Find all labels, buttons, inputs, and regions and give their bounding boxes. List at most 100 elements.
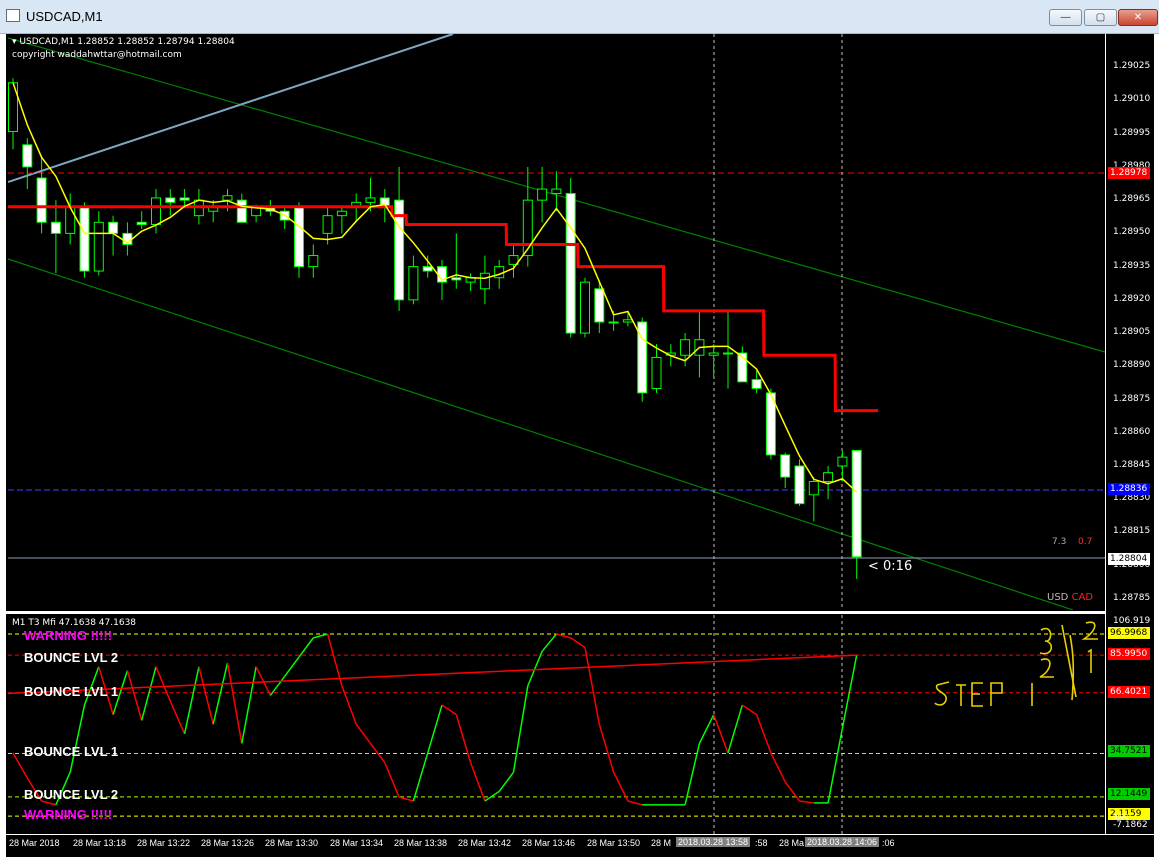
time-axis[interactable]: 28 Mar 2018 28 Mar 13:18 28 Mar 13:22 28 Ma… [6,834,1154,857]
candle [837,450,848,482]
price-axis[interactable]: 1.29025 1.29010 1.28995 1.28980 1.28965 1.289… [1106,34,1154,834]
mfi-label-12: 12.1449 [1108,788,1150,800]
candle [136,211,147,229]
red-ma-line [8,205,878,413]
candle [8,78,18,150]
mfi-segment [541,633,557,652]
mfi-segment [755,714,772,754]
mfi-segment [741,704,758,716]
candle [708,344,719,378]
mfi-segment [712,714,729,754]
candlestick-chart[interactable] [8,34,1105,610]
candle [465,273,476,291]
time-cursor-1: 2018.03.28 13:58 [676,837,751,847]
mfi-label-66: 66.4021 [1108,686,1150,698]
candle [22,138,33,190]
brand-usd: USD [1047,592,1069,603]
mfi-segment [770,752,786,783]
price-tick: 1.28995 [1113,127,1151,138]
candle [808,477,819,522]
channel-lower-line [8,258,1074,610]
price-tick: 1.28860 [1113,426,1151,437]
mfi-axis-top: 106.919 [1113,616,1151,626]
candle [479,255,490,305]
red-line-price-label: 1.28978 [1108,167,1150,179]
chart-window-icon [6,9,20,22]
time-tick: 28 Mar 13:46 [522,838,576,848]
candle [508,244,519,278]
bounce-lvl1-top-label: BOUNCE LVL 1 [24,684,119,699]
mfi-segment [484,790,500,802]
minimize-button[interactable]: — [1049,9,1082,26]
mfi-segment [556,633,571,639]
candle [551,171,562,212]
price-tick: 1.28935 [1113,260,1151,271]
mfi-indicator[interactable] [8,615,1105,834]
time-tick: 28 Mar 13:50 [587,838,641,848]
spread-value-a: 7.3 [1052,537,1067,547]
mfi-segment [841,655,858,729]
mfi-segment [784,781,801,802]
chart-frame[interactable]: ▾ USDCAD,M1 1.28852 1.28852 1.28794 1.28… [6,34,1154,857]
candle [580,277,590,338]
window-titlebar: USDCAD,M1 — ▢ ✕ [0,0,1159,34]
chart-header: USDCAD,M1 1.28852 1.28852 1.28794 1.2880… [19,37,235,47]
mfi-segment [469,762,486,802]
price-tick: 1.29025 [1113,61,1151,72]
price-tick: 1.28890 [1113,360,1151,371]
mfi-label-35: 34.7521 [1108,745,1150,757]
candle [622,313,633,327]
mfi-segment [412,752,429,802]
indicator-pane[interactable]: M1 T3 Mfi 47.1638 47.1638 WARNING !!!!! … [8,615,1105,834]
time-tick-tail-a-end: :58 [755,838,768,848]
spread-value-b: 0.7 [1078,537,1093,547]
time-tick: 28 Mar 13:38 [394,838,448,848]
mfi-segment [8,654,857,695]
candle [694,310,705,378]
candle [737,346,748,383]
candle [780,452,791,489]
mfi-label-96: 96.9968 [1108,627,1150,639]
time-tick-tail-b: 28 Ma [779,838,805,848]
candle [93,211,104,276]
maximize-button[interactable]: ▢ [1084,9,1117,26]
price-tick: 1.28905 [1113,327,1151,338]
price-tick: 1.28965 [1113,194,1151,205]
candle [794,459,805,506]
time-tick: 28 Mar 13:42 [458,838,512,848]
current-price-label: 1.28804 [1108,553,1150,565]
candle [294,202,304,278]
mfi-label-86: 85.9950 [1108,648,1150,660]
time-tick: 28 Mar 2018 [9,838,60,848]
mfi-segment [799,800,814,804]
time-cursor-2: 2018.03.28 14:06 [805,837,880,847]
price-chart[interactable]: ▾ USDCAD,M1 1.28852 1.28852 1.28794 1.28… [8,34,1105,610]
time-tick-tail-b-end: :06 [882,838,895,848]
mfi-segment [384,762,400,798]
close-button[interactable]: ✕ [1118,9,1158,26]
mfi-segment [341,685,357,725]
mfi-segment [169,700,186,735]
window-title: USDCAD,M1 [26,9,103,24]
copyright-text: copyright waddahwttar@hotmail.com [12,50,182,60]
candle [308,244,319,278]
mfi-segment [69,704,86,773]
mfi-segment [570,637,586,649]
mfi-axis-bottom: -7.1862 [1113,820,1148,830]
chart-menu-icon[interactable]: ▾ [12,37,17,47]
mfi-segment [155,666,171,702]
indicator-header: M1 T3 Mfi 47.1638 47.1638 [12,618,137,628]
pane-separator[interactable] [6,611,1154,614]
time-tick: 28 Mar 13:18 [73,838,127,848]
price-tick: 1.28920 [1113,293,1151,304]
candle [79,202,90,278]
time-tick: 28 Mar 13:30 [265,838,319,848]
mfi-segment [827,727,844,804]
mfi-segment [598,724,615,773]
candle [765,388,776,460]
candle [522,166,533,267]
time-tick-tail-a: 28 M [651,838,672,848]
mfi-segment [298,637,314,658]
mfi-segment [698,714,715,744]
price-tick: 1.28845 [1113,460,1151,470]
